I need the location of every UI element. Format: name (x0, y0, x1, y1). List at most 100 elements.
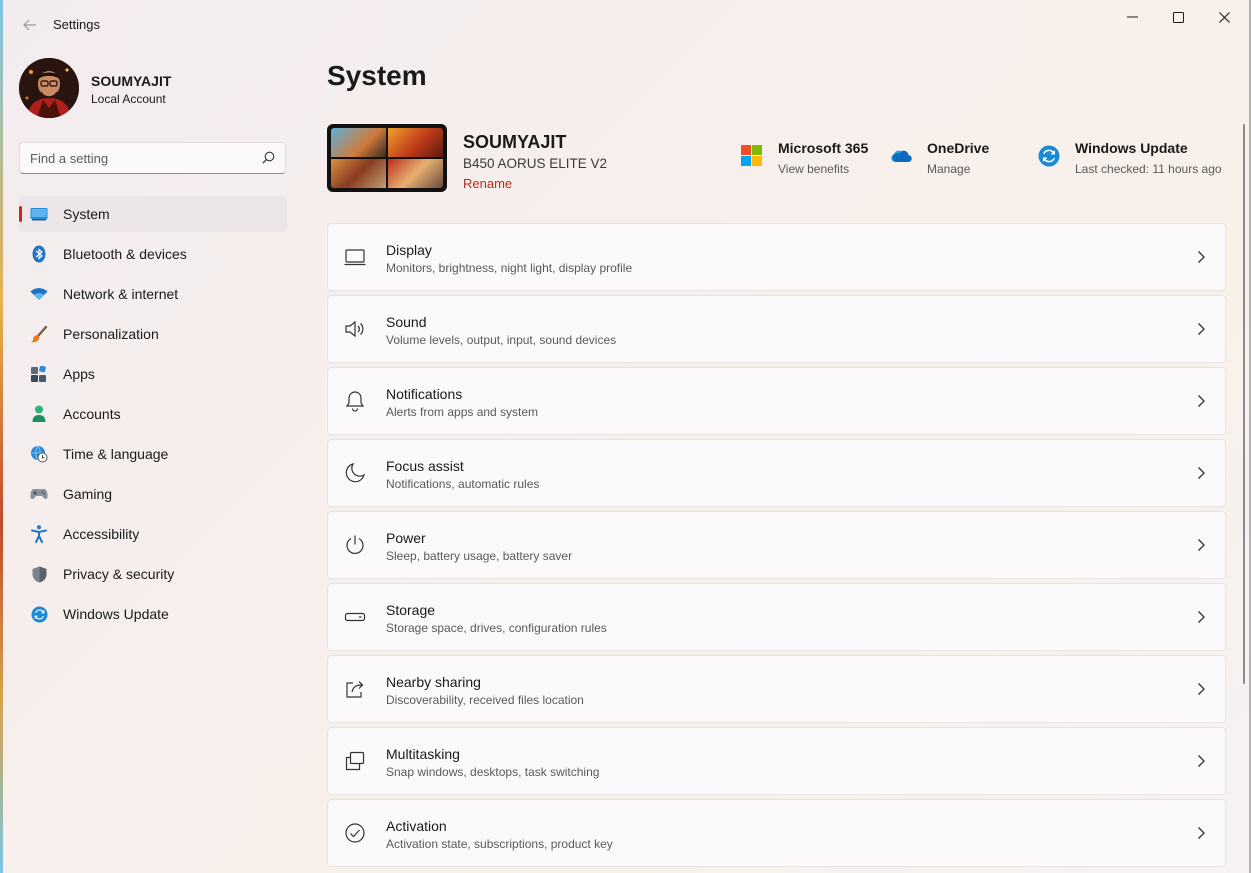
sidebar-item-label: Bluetooth & devices (63, 246, 187, 262)
sidebar-item-privacy-security[interactable]: Privacy & security (19, 556, 287, 592)
profile-photo (19, 58, 79, 118)
sidebar-item-label: Accessibility (63, 526, 140, 542)
card-power[interactable]: Power Sleep, battery usage, battery save… (327, 511, 1226, 579)
sidebar-item-label: Gaming (63, 486, 113, 502)
sidebar-item-personalization[interactable]: Personalization (19, 316, 287, 352)
card-subtitle: Discoverability, received files location (386, 693, 584, 707)
sidebar-item-label: Personalization (63, 326, 159, 342)
chevron-right-icon (1198, 827, 1205, 839)
search-icon[interactable] (262, 151, 275, 164)
chevron-right-icon (1198, 755, 1205, 767)
windows-update-icon (29, 604, 49, 624)
card-subtitle: Monitors, brightness, night light, displ… (386, 261, 633, 275)
power-icon (346, 535, 364, 555)
sidebar-nav: System Bluetooth & devices Network & int… (19, 196, 287, 636)
wallpaper-tile (388, 128, 443, 157)
card-focus-assist[interactable]: Focus assist Notifications, automatic ru… (327, 439, 1226, 507)
quick-link-onedrive[interactable]: OneDrive Manage (890, 139, 1010, 179)
search-box (19, 142, 286, 174)
brush-icon (29, 324, 49, 344)
chevron-right-icon (1198, 611, 1205, 623)
sidebar-item-apps[interactable]: Apps (19, 356, 287, 392)
chevron-right-icon (1198, 395, 1205, 407)
search-input[interactable] (30, 149, 250, 167)
card-subtitle: Storage space, drives, configuration rul… (386, 621, 607, 635)
back-arrow-icon (23, 19, 36, 31)
sidebar-item-bluetooth[interactable]: Bluetooth & devices (19, 236, 287, 272)
sidebar-item-accounts[interactable]: Accounts (19, 396, 287, 432)
apps-icon (29, 364, 49, 384)
wallpaper-tile (331, 159, 386, 188)
quick-link-subtitle: Last checked: 11 hours ago (1075, 162, 1222, 176)
card-subtitle: Notifications, automatic rules (386, 477, 540, 491)
card-nearby-sharing[interactable]: Nearby sharing Discoverability, received… (327, 655, 1226, 723)
system-icon (29, 204, 49, 224)
quick-link-subtitle: View benefits (778, 162, 850, 176)
quick-link-title: Windows Update (1075, 140, 1188, 156)
wallpaper-tile (388, 159, 443, 188)
close-icon (1218, 11, 1230, 23)
desktop-wallpaper-edge (0, 0, 3, 873)
card-subtitle: Alerts from apps and system (386, 405, 539, 419)
card-storage[interactable]: Storage Storage space, drives, configura… (327, 583, 1226, 651)
shield-icon (29, 564, 49, 584)
quick-link-microsoft-365[interactable]: Microsoft 365 View benefits (741, 139, 881, 179)
quick-link-windows-update[interactable]: Windows Update Last checked: 11 hours ag… (1038, 139, 1223, 179)
sidebar-item-label: Windows Update (63, 606, 169, 622)
card-multitasking[interactable]: Multitasking Snap windows, desktops, tas… (327, 727, 1226, 795)
back-button[interactable] (15, 9, 45, 41)
minimize-icon (1126, 16, 1138, 18)
card-subtitle: Activation state, subscriptions, product… (386, 837, 613, 851)
card-title: Storage (386, 602, 436, 618)
wifi-icon (29, 284, 49, 304)
sidebar-item-accessibility[interactable]: Accessibility (19, 516, 287, 552)
activation-icon (345, 823, 365, 843)
card-title: Multitasking (386, 746, 460, 762)
card-sound[interactable]: Sound Volume levels, output, input, soun… (327, 295, 1226, 363)
chevron-right-icon (1198, 251, 1205, 263)
microsoft-365-icon (741, 145, 762, 166)
bluetooth-icon (29, 244, 49, 264)
card-title: Display (386, 242, 432, 258)
person-icon (29, 404, 49, 424)
card-display[interactable]: Display Monitors, brightness, night ligh… (327, 223, 1226, 291)
card-subtitle: Sleep, battery usage, battery saver (386, 549, 573, 563)
card-notifications[interactable]: Notifications Alerts from apps and syste… (327, 367, 1226, 435)
sidebar-item-windows-update[interactable]: Windows Update (19, 596, 287, 632)
card-title: Sound (386, 314, 427, 330)
storage-icon (344, 612, 366, 622)
maximize-button[interactable] (1155, 0, 1201, 34)
globe-clock-icon (29, 444, 49, 464)
multitasking-icon (345, 751, 365, 771)
card-title: Focus assist (386, 458, 464, 474)
rename-link[interactable]: Rename (463, 176, 512, 191)
close-button[interactable] (1201, 0, 1247, 34)
card-activation[interactable]: Activation Activation state, subscriptio… (327, 799, 1226, 867)
sidebar-item-system[interactable]: System (19, 196, 287, 232)
sidebar-item-network[interactable]: Network & internet (19, 276, 287, 312)
avatar[interactable] (19, 58, 79, 118)
chevron-right-icon (1198, 323, 1205, 335)
quick-link-title: Microsoft 365 (778, 140, 869, 156)
chevron-right-icon (1198, 467, 1205, 479)
accessibility-icon (29, 524, 49, 544)
quick-link-title: OneDrive (927, 140, 990, 156)
device-wallpaper-thumbnail (327, 124, 447, 192)
sidebar-item-label: Time & language (63, 446, 169, 462)
quick-link-subtitle: Manage (927, 162, 971, 176)
sidebar-item-gaming[interactable]: Gaming (19, 476, 287, 512)
device-model: B450 AORUS ELITE V2 (463, 156, 608, 171)
share-icon (346, 681, 364, 698)
wallpaper-preview (331, 128, 443, 188)
chevron-right-icon (1198, 539, 1205, 551)
settings-window: Settings SOUMYAJIT Local Account Find a … (0, 0, 1251, 873)
sidebar-item-label: Network & internet (63, 286, 179, 302)
minimize-button[interactable] (1109, 0, 1155, 34)
card-title: Power (386, 530, 426, 546)
moon-icon (345, 463, 365, 483)
scrollbar[interactable] (1243, 124, 1245, 684)
bell-icon (345, 391, 365, 412)
onedrive-icon (891, 150, 912, 163)
sidebar-item-time-language[interactable]: Time & language (19, 436, 287, 472)
card-title: Notifications (386, 386, 463, 402)
